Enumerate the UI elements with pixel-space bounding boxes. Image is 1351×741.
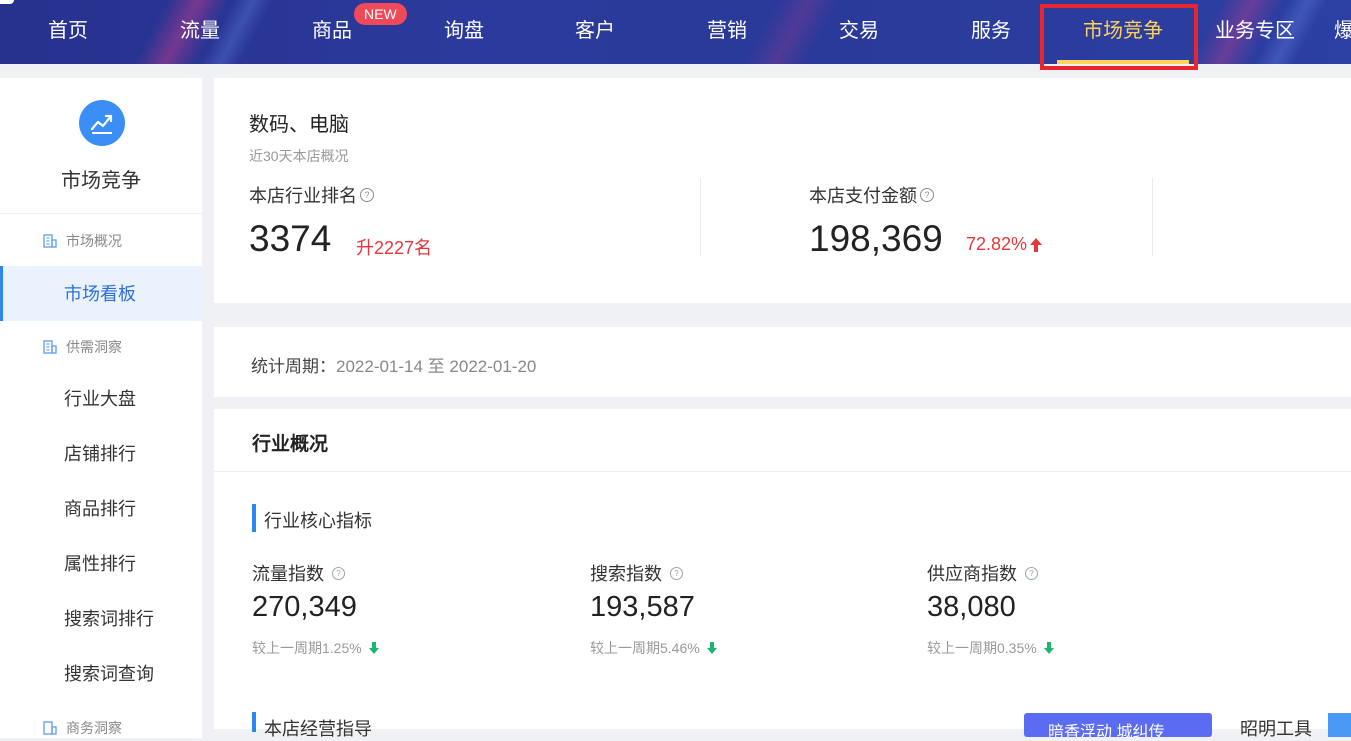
store-guidance-title: 本店经营指导 bbox=[264, 719, 372, 739]
rank-value: 3374 bbox=[249, 218, 332, 259]
sidebar-title: 市场竞争 bbox=[61, 170, 141, 192]
nav-customers[interactable]: 客户 bbox=[555, 0, 635, 63]
sidebar-item-keyword-ranking[interactable]: 搜索词排行 bbox=[64, 606, 154, 632]
category-title: 数码、电脑 bbox=[249, 114, 349, 136]
sidebar-group-business-insight[interactable]: 商务洞察 bbox=[42, 716, 122, 740]
sidebar-item-industry-overview[interactable]: 行业大盘 bbox=[64, 386, 136, 412]
traffic-index-label-group: 流量指数 ? bbox=[252, 560, 346, 586]
sidebar-active-indicator bbox=[0, 266, 3, 321]
supplier-index-label-group: 供应商指数 ? bbox=[927, 560, 1039, 586]
sidebar-group-market-overview[interactable]: 市场概况 bbox=[42, 229, 122, 253]
period-value: 2022-01-14 至 2022-01-20 bbox=[336, 357, 537, 376]
building-icon bbox=[43, 721, 57, 735]
sidebar-item-market-board[interactable]: 市场看板 bbox=[64, 281, 136, 307]
top-navigation-bar: 首页 流量 商品 询盘 客户 营销 交易 服务 市场竞争 业务专区 爆 bbox=[0, 0, 1351, 64]
pay-label-group: 本店支付金额? bbox=[809, 182, 934, 208]
metric-label: 供应商指数 bbox=[927, 564, 1017, 584]
supplier-index-compare-group: 较上一周期0.35% bbox=[927, 638, 1055, 658]
pay-label: 本店支付金额 bbox=[809, 186, 917, 206]
pay-change: 72.82% bbox=[966, 234, 1028, 254]
core-metrics-title: 行业核心指标 bbox=[264, 511, 372, 531]
building-icon bbox=[43, 340, 57, 354]
promo-button[interactable]: 暗香浮动 城纠传 bbox=[1024, 713, 1212, 737]
nav-traffic[interactable]: 流量 bbox=[160, 0, 240, 63]
tool-link[interactable]: 昭明工具 bbox=[1240, 715, 1312, 741]
arrow-up-icon bbox=[1030, 237, 1043, 252]
traffic-index-value: 270,349 bbox=[252, 591, 357, 623]
market-chart-icon bbox=[79, 100, 125, 146]
tool-button[interactable] bbox=[1328, 713, 1351, 737]
search-index-label-group: 搜索指数 ? bbox=[590, 560, 684, 586]
pay-change-group: 72.82% bbox=[966, 234, 1043, 255]
store-overview-card: 数码、电脑 近30天本店概况 本店行业排名? 3374 升2227名 本店支付金… bbox=[214, 78, 1351, 303]
help-icon[interactable]: ? bbox=[360, 188, 374, 203]
help-icon[interactable]: ? bbox=[1025, 566, 1039, 580]
traffic-index-compare-group: 较上一周期1.25% bbox=[252, 638, 380, 658]
sidebar-item-attribute-ranking[interactable]: 属性排行 bbox=[64, 551, 136, 577]
section-divider bbox=[214, 471, 1351, 472]
nav-home[interactable]: 首页 bbox=[28, 0, 108, 63]
help-icon[interactable]: ? bbox=[670, 566, 684, 580]
help-icon[interactable]: ? bbox=[920, 188, 934, 203]
sidebar-item-shop-ranking[interactable]: 店铺排行 bbox=[64, 441, 136, 467]
search-index-compare-group: 较上一周期5.46% bbox=[590, 638, 718, 658]
arrow-down-icon bbox=[368, 642, 379, 654]
nav-trade[interactable]: 交易 bbox=[819, 0, 899, 63]
new-badge: NEW bbox=[354, 3, 407, 25]
rank-label: 本店行业排名 bbox=[249, 186, 357, 206]
nav-more[interactable]: 爆 bbox=[1334, 0, 1351, 63]
sidebar-item-keyword-query[interactable]: 搜索词查询 bbox=[64, 661, 154, 687]
nav-inquiry[interactable]: 询盘 bbox=[424, 0, 504, 63]
section-marker bbox=[252, 712, 256, 732]
nav-business-zone[interactable]: 业务专区 bbox=[1205, 0, 1305, 63]
nav-marketing[interactable]: 营销 bbox=[687, 0, 767, 63]
sidebar-divider bbox=[0, 213, 202, 214]
nav-service[interactable]: 服务 bbox=[951, 0, 1031, 63]
period-card: 统计周期：2022-01-14 至 2022-01-20 bbox=[214, 327, 1351, 397]
metric-divider bbox=[1152, 178, 1153, 256]
supplier-index-value: 38,080 bbox=[927, 591, 1016, 623]
sidebar-group-label: 市场概况 bbox=[66, 233, 122, 249]
overview-subtitle: 近30天本店概况 bbox=[249, 148, 349, 164]
sidebar-group-label: 供需洞察 bbox=[66, 339, 122, 355]
industry-title: 行业概况 bbox=[252, 434, 329, 455]
active-nav-underline bbox=[1057, 60, 1189, 64]
industry-overview-card: 行业概况 行业核心指标 流量指数 ? 270,349 较上一周期1.25% 搜索… bbox=[214, 409, 1351, 739]
search-index-value: 193,587 bbox=[590, 591, 695, 623]
building-icon bbox=[43, 234, 57, 248]
metric-label: 流量指数 bbox=[252, 564, 324, 584]
pay-value: 198,369 bbox=[809, 218, 943, 259]
rank-change: 升2227名 bbox=[356, 238, 433, 258]
metric-compare: 较上一周期1.25% bbox=[252, 640, 362, 656]
metric-label: 搜索指数 bbox=[590, 564, 662, 584]
metric-compare: 较上一周期0.35% bbox=[927, 640, 1037, 656]
nav-market-competition[interactable]: 市场竞争 bbox=[1073, 0, 1173, 63]
rank-label-group: 本店行业排名? bbox=[249, 182, 374, 208]
sidebar-group-supply-demand[interactable]: 供需洞察 bbox=[42, 335, 122, 359]
sidebar-group-label: 商务洞察 bbox=[66, 720, 122, 736]
logo-corner bbox=[0, 0, 14, 4]
sidebar-item-product-ranking[interactable]: 商品排行 bbox=[64, 496, 136, 522]
arrow-down-icon bbox=[706, 642, 717, 654]
metric-divider bbox=[700, 178, 701, 256]
metric-compare: 较上一周期5.46% bbox=[590, 640, 700, 656]
arrow-down-icon bbox=[1043, 642, 1054, 654]
period-label: 统计周期： bbox=[251, 357, 336, 376]
period-row: 统计周期：2022-01-14 至 2022-01-20 bbox=[251, 352, 536, 377]
sidebar: 市场竞争 市场概况 市场看板 供需洞察 行业大盘 店铺排行 商品排行 属性排行 … bbox=[0, 78, 202, 738]
help-icon[interactable]: ? bbox=[332, 566, 346, 580]
promo-button-label: 暗香浮动 城纠传 bbox=[1048, 724, 1165, 737]
section-marker bbox=[252, 504, 256, 532]
